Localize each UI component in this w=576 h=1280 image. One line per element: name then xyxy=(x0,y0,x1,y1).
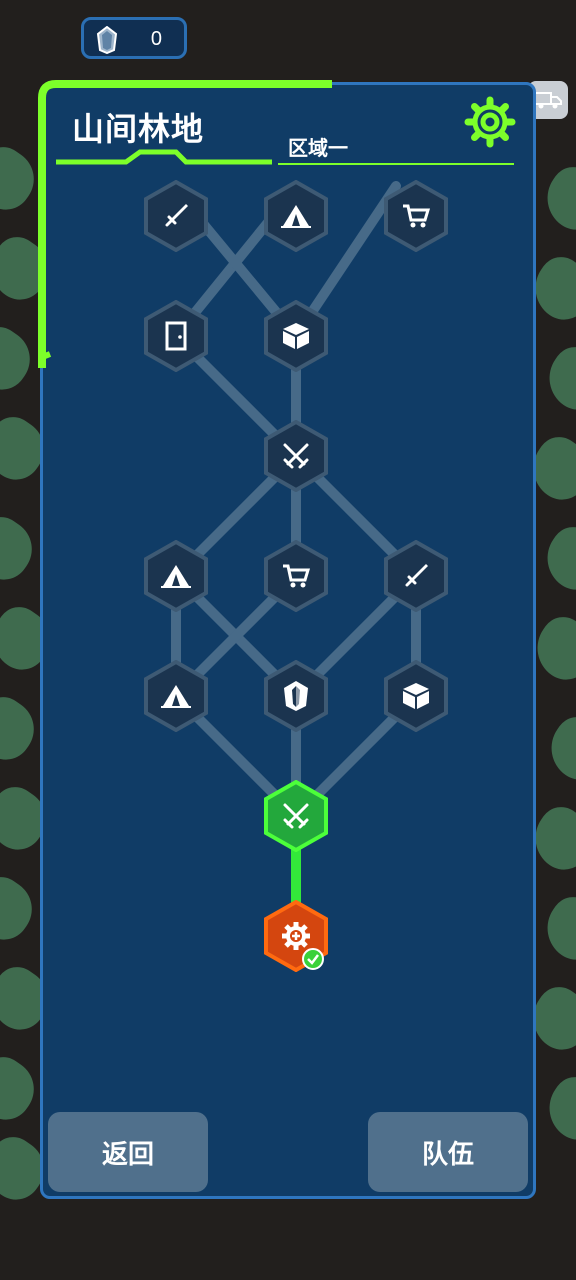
crossed-swords-icon xyxy=(283,803,309,829)
map-node-r4-left[interactable] xyxy=(144,540,208,612)
map-node-r3-mid[interactable] xyxy=(264,420,328,492)
crystal-icon xyxy=(284,681,308,711)
map-node-r1-mid[interactable] xyxy=(264,180,328,252)
map-node-r1-right[interactable] xyxy=(384,180,448,252)
map-node-r2-mid[interactable] xyxy=(264,300,328,372)
map-node-r1-left[interactable] xyxy=(144,180,208,252)
cart-icon xyxy=(283,564,311,588)
tent-icon xyxy=(281,205,311,228)
tent-icon xyxy=(161,685,191,708)
map-node-r2-left[interactable] xyxy=(144,300,208,372)
map-node-r5-mid[interactable] xyxy=(264,660,328,732)
box-icon xyxy=(403,683,429,709)
cart-icon xyxy=(403,204,431,228)
sword-icon xyxy=(405,564,428,587)
map-node-r5-left[interactable] xyxy=(144,660,208,732)
check-badge-icon xyxy=(302,948,324,970)
crossed-swords-icon xyxy=(283,443,309,469)
map-node-r4-right[interactable] xyxy=(384,540,448,612)
door-icon xyxy=(165,321,187,351)
map-node-r4-mid[interactable] xyxy=(264,540,328,612)
back-button[interactable]: 返回 xyxy=(48,1112,208,1192)
map-node-r5-right[interactable] xyxy=(384,660,448,732)
team-button[interactable]: 队伍 xyxy=(368,1112,528,1192)
map-node-current[interactable] xyxy=(264,780,328,852)
tent-icon xyxy=(161,565,191,588)
map-node-start[interactable] xyxy=(264,900,328,972)
box-icon xyxy=(283,323,309,349)
sword-icon xyxy=(165,204,188,227)
